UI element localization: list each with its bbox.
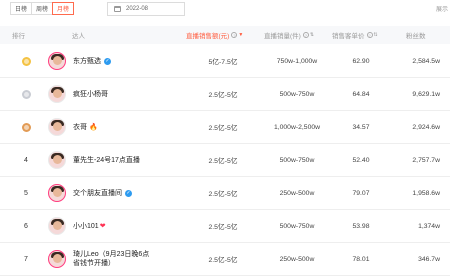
influencer-name-text: 董先生-24号17点直播	[73, 157, 140, 164]
sort-down-icon: ▼	[238, 32, 244, 38]
table-row[interactable]: 疯狂小杨哥 2.5亿-5亿 500w-750w 64.84 9,629.1w	[0, 78, 450, 111]
fans-cell: 1,958.6w	[412, 189, 440, 197]
col-rank: 排行	[12, 33, 25, 40]
unit-price-cell: 34.57	[352, 123, 370, 131]
table-row[interactable]: 东方甄选 ✓ 5亿-7.5亿 750w-1,000w 62.90 2,584.5w	[0, 45, 450, 78]
influencer-name[interactable]: 小小101 ❤	[73, 210, 106, 242]
col-fans: 粉丝数	[406, 33, 426, 40]
volume-cell: 1,000w-2,500w	[273, 123, 321, 131]
sales-cell: 2.5亿-5亿	[208, 158, 238, 165]
avatar-face	[53, 56, 62, 65]
avatar-cell	[0, 210, 72, 242]
col-sales-label: 直播销售额(元)	[186, 33, 230, 40]
avatar-cell	[0, 144, 72, 176]
verified-icon: ✓	[104, 57, 111, 65]
volume-cell: 500w-750w	[279, 156, 315, 164]
avatar[interactable]	[48, 52, 66, 70]
sales-cell: 2.5亿-5亿	[208, 92, 238, 99]
month-value: 2022-08	[126, 6, 149, 12]
col-volume[interactable]: 直播销量(件) ? ⇅	[264, 26, 314, 44]
avatar-face	[53, 254, 62, 263]
influencer-name[interactable]: 衣哥 🔥	[73, 111, 98, 143]
avatar[interactable]	[48, 85, 66, 103]
avatar-cell	[0, 243, 72, 275]
sales-cell: 2.5亿-5亿	[208, 125, 238, 132]
table-header: 排行 达人 直播销售额(元) ? ▼ 直播销量(件) ? ⇅ 销售客单价 ? ⇅…	[0, 26, 450, 44]
volume-cell: 250w-500w	[279, 189, 315, 197]
fire-icon: 🔥	[89, 124, 98, 131]
avatar-cell	[0, 111, 72, 143]
help-icon[interactable]: ?	[366, 32, 373, 38]
heart-icon: ❤	[99, 223, 106, 230]
influencer-name[interactable]: 东方甄选 ✓	[73, 45, 111, 77]
sales-cell: 2.5亿-5亿	[208, 257, 238, 264]
month-picker[interactable]: 2022-08	[107, 2, 185, 16]
tab-monthly[interactable]: 月榜	[52, 2, 74, 15]
avatar[interactable]	[48, 151, 66, 169]
avatar-cell	[0, 78, 72, 110]
avatar-face	[53, 89, 62, 98]
avatar-face	[53, 221, 62, 230]
calendar-icon	[114, 6, 121, 12]
volume-cell: 500w-750w	[279, 90, 315, 98]
influencer-name[interactable]: 疯狂小杨哥	[73, 78, 108, 110]
help-icon[interactable]: ?	[302, 32, 309, 38]
table-row[interactable]: 7 琦儿Leo（9月23日晚6点省钱节开播） 2.5亿-5亿 250w-500w…	[0, 243, 450, 276]
table-row[interactable]: 4 董先生-24号17点直播 2.5亿-5亿 500w-750w 52.40 2…	[0, 144, 450, 177]
avatar-cell	[0, 177, 72, 209]
sales-cell: 2.5亿-5亿	[208, 224, 238, 231]
sort-icon: ⇅	[309, 32, 315, 38]
table-row[interactable]: 衣哥 🔥 2.5亿-5亿 1,000w-2,500w 34.57 2,924.6w	[0, 111, 450, 144]
sales-cell: 5亿-7.5亿	[208, 59, 238, 66]
fans-cell: 346.7w	[418, 255, 440, 263]
col-volume-label: 直播销量(件)	[264, 33, 301, 40]
volume-cell: 750w-1,000w	[276, 57, 318, 65]
col-sales[interactable]: 直播销售额(元) ? ▼	[186, 26, 243, 44]
col-unit-price-label: 销售客单价	[332, 33, 365, 40]
unit-price-cell: 52.40	[352, 156, 370, 164]
sales-cell: 2.5亿-5亿	[208, 191, 238, 198]
influencer-name[interactable]: 琦儿Leo（9月23日晚6点省钱节开播）	[73, 243, 153, 275]
influencer-name[interactable]: 董先生-24号17点直播	[73, 144, 140, 176]
avatar[interactable]	[48, 118, 66, 136]
influencer-name-text: 交个朋友直播间	[73, 190, 122, 197]
unit-price-cell: 78.01	[352, 255, 370, 263]
avatar[interactable]	[48, 250, 66, 268]
volume-cell: 500w-750w	[279, 222, 315, 230]
col-unit-price[interactable]: 销售客单价 ? ⇅	[332, 26, 378, 44]
tab-weekly[interactable]: 周榜	[31, 2, 53, 15]
influencer-name-text: 疯狂小杨哥	[73, 91, 108, 98]
influencer-name-text: 小小101	[73, 223, 99, 230]
unit-price-cell: 62.90	[352, 57, 370, 65]
fans-cell: 1,374w	[418, 222, 440, 230]
fans-cell: 2,757.7w	[412, 156, 440, 164]
sort-icon: ⇅	[373, 32, 378, 38]
avatar-face	[53, 122, 62, 131]
period-segmented-control: 日榜 周榜 月榜	[10, 2, 74, 15]
avatar[interactable]	[48, 184, 66, 202]
col-influencer: 达人	[72, 33, 85, 40]
avatar-cell	[0, 45, 72, 77]
filter-toolbar: 日榜 周榜 月榜 2022-08 展示	[0, 0, 450, 22]
avatar-face	[53, 188, 62, 197]
influencer-name[interactable]: 交个朋友直播间 ✓	[73, 177, 132, 209]
volume-cell: 250w-500w	[279, 255, 315, 263]
fans-cell: 2,924.6w	[412, 123, 440, 131]
table-row[interactable]: 5 交个朋友直播间 ✓ 2.5亿-5亿 250w-500w 79.07 1,958…	[0, 177, 450, 210]
verified-icon: ✓	[125, 189, 132, 197]
unit-price-cell: 79.07	[352, 189, 370, 197]
corner-text: 展示	[435, 7, 448, 13]
influencer-name-text: 琦儿Leo（9月23日晚6点省钱节开播）	[73, 251, 150, 267]
influencer-name-text: 东方甄选	[73, 58, 101, 65]
avatar-face	[53, 155, 62, 164]
table-row[interactable]: 6 小小101 ❤ 2.5亿-5亿 500w-750w 53.98 1,374w	[0, 210, 450, 243]
help-icon[interactable]: ?	[231, 32, 238, 38]
unit-price-cell: 64.84	[352, 90, 370, 98]
unit-price-cell: 53.98	[352, 222, 370, 230]
fans-cell: 9,629.1w	[412, 90, 440, 98]
influencer-name-text: 衣哥	[73, 124, 87, 131]
tab-daily[interactable]: 日榜	[10, 2, 32, 15]
fans-cell: 2,584.5w	[412, 57, 440, 65]
avatar[interactable]	[48, 217, 66, 235]
